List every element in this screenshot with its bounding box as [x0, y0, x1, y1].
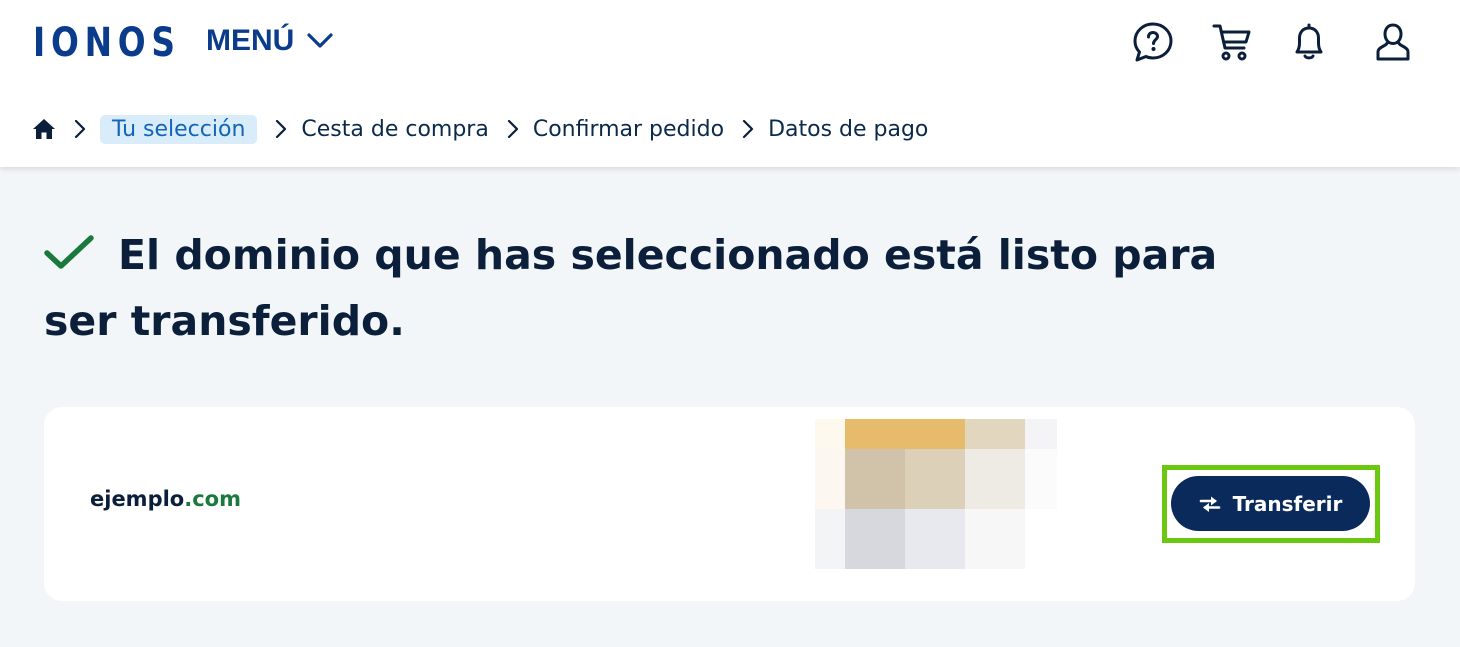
- help-chat-icon[interactable]: [1131, 20, 1175, 64]
- domain-card: ejemplo.com Transferir: [44, 407, 1415, 601]
- main-menu-button[interactable]: MENÚ: [206, 24, 334, 58]
- page-title: El dominio que has seleccionado está lis…: [44, 222, 1244, 354]
- breadcrumb-item-payment-data[interactable]: Datos de pago: [768, 117, 928, 142]
- pixelated-image: [815, 419, 1057, 569]
- chevron-right-icon: [70, 119, 90, 139]
- chevron-down-icon: [306, 24, 334, 58]
- checkmark-icon: [44, 235, 94, 271]
- cart-icon[interactable]: [1210, 20, 1254, 64]
- chevron-right-icon: [503, 119, 523, 139]
- breadcrumb: Tu selección Cesta de compra Confirmar p…: [32, 110, 928, 148]
- ionos-logo[interactable]: IONOS: [33, 20, 181, 66]
- breadcrumb-item-confirm-order[interactable]: Confirmar pedido: [533, 117, 724, 142]
- transfer-button[interactable]: Transferir: [1171, 476, 1370, 531]
- chevron-right-icon: [271, 119, 291, 139]
- breadcrumb-item-cart[interactable]: Cesta de compra: [301, 117, 488, 142]
- page-title-text: El dominio que has seleccionado está lis…: [44, 231, 1218, 345]
- domain-label: ejemplo: [90, 487, 185, 511]
- transfer-button-label: Transferir: [1232, 491, 1343, 516]
- domain-name: ejemplo.com: [90, 487, 241, 511]
- bell-icon[interactable]: [1287, 20, 1331, 64]
- user-icon[interactable]: [1371, 20, 1415, 64]
- breadcrumb-item-selection[interactable]: Tu selección: [100, 114, 258, 144]
- chevron-right-icon: [738, 119, 758, 139]
- menu-label: MENÚ: [206, 24, 295, 57]
- home-icon[interactable]: [32, 118, 56, 140]
- domain-tld: .com: [184, 487, 241, 511]
- top-header: IONOS MENÚ Tu selección Cesta de compra …: [0, 0, 1460, 167]
- transfer-arrows-icon: [1199, 495, 1221, 513]
